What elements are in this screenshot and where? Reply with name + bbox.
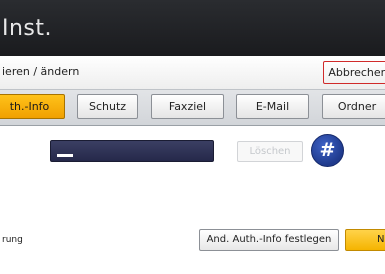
- tab-ordner[interactable]: Ordner: [322, 94, 385, 119]
- hash-icon: #: [319, 139, 336, 161]
- page-title: Inst.: [2, 16, 53, 41]
- tab-auth-info[interactable]: th.-Info: [0, 94, 65, 119]
- tab-faxziel[interactable]: Faxziel: [151, 94, 224, 119]
- footer-label: rung: [2, 235, 23, 245]
- cancel-button[interactable]: Abbrechen: [323, 61, 385, 84]
- next-button[interactable]: N: [345, 229, 385, 251]
- tab-schutz[interactable]: Schutz: [77, 94, 138, 119]
- set-auth-info-button[interactable]: And. Auth.-Info festlegen: [199, 229, 339, 251]
- edit-mode-label: ieren / ändern: [2, 65, 80, 78]
- clear-button[interactable]: Löschen: [237, 141, 303, 162]
- title-bar: [0, 0, 385, 56]
- text-cursor: [57, 154, 73, 157]
- tab-email[interactable]: E-Mail: [236, 94, 309, 119]
- password-input[interactable]: [50, 140, 214, 162]
